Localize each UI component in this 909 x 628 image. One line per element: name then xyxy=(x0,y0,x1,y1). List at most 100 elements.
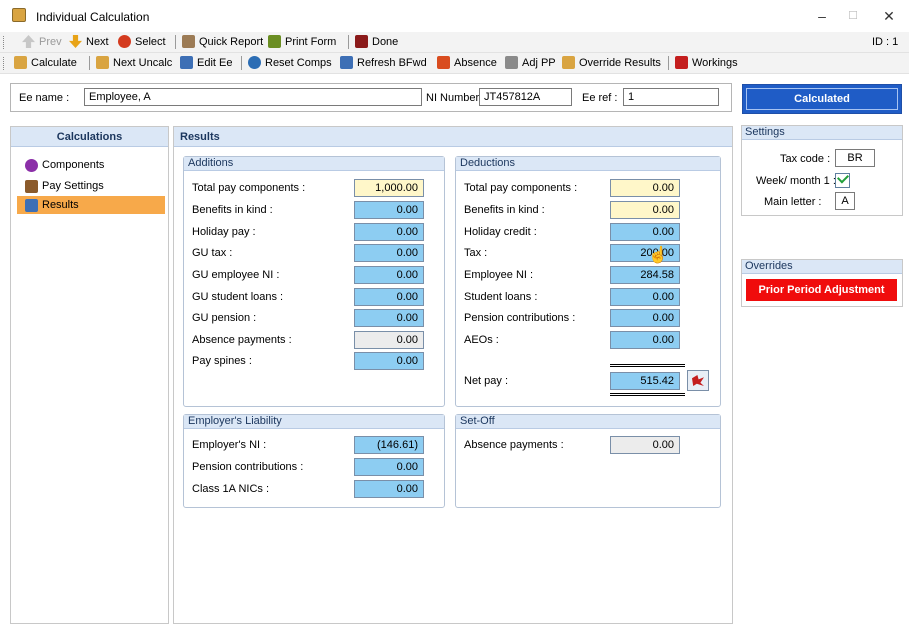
reset-comps-button[interactable]: Reset Comps xyxy=(248,56,332,69)
toolbar-separator xyxy=(348,35,349,49)
employee-header: Ee name : Employee, A NI Number : JT4578… xyxy=(10,83,732,112)
calculator-icon xyxy=(14,56,27,69)
print-form-button[interactable]: Print Form xyxy=(268,35,336,48)
edit-ee-button[interactable]: Edit Ee xyxy=(180,56,232,69)
action-toolbar: Calculate Next Uncalc Edit Ee Reset Comp… xyxy=(0,53,909,74)
workings-icon xyxy=(692,375,704,386)
table-row: Pay spines :0.00 xyxy=(184,352,444,370)
overrides-title: Overrides xyxy=(742,260,902,274)
value-field[interactable]: 0.00 xyxy=(610,309,680,327)
employers-liability-title: Employer's Liability xyxy=(184,415,444,429)
results-icon xyxy=(25,198,38,212)
value-field[interactable]: 0.00 xyxy=(610,436,680,454)
week1-checkbox[interactable] xyxy=(835,171,850,188)
calculated-status-button[interactable]: Calculated xyxy=(742,84,902,114)
ee-name-field[interactable]: Employee, A xyxy=(84,88,422,106)
additions-title: Additions xyxy=(184,157,444,171)
ee-ref-field[interactable]: 1 xyxy=(623,88,719,106)
main-letter-field[interactable]: A xyxy=(835,192,855,210)
absence-button[interactable]: Absence xyxy=(437,56,497,69)
table-row: Absence payments :0.00 xyxy=(456,436,720,454)
value-field[interactable]: 0.00 xyxy=(354,352,424,370)
value-field[interactable]: 1,000.00 xyxy=(354,179,424,197)
toolbar-separator xyxy=(89,56,90,70)
calculator-icon xyxy=(12,8,26,22)
net-pay-field[interactable]: 515.42 xyxy=(610,372,680,390)
net-pay-row: Net pay :515.42 xyxy=(456,370,720,390)
print-icon xyxy=(268,35,281,48)
value-field[interactable]: 0.00 xyxy=(354,309,424,327)
value-field[interactable]: 0.00 xyxy=(354,223,424,241)
close-button[interactable]: ✕ xyxy=(874,6,904,26)
pay-settings-icon xyxy=(25,179,38,193)
table-row: Student loans :0.00 xyxy=(456,288,720,306)
adj-pp-button[interactable]: Adj PP xyxy=(505,56,556,69)
value-field[interactable]: 0.00 xyxy=(610,179,680,197)
nav-item-components[interactable]: Components xyxy=(17,156,165,174)
value-field[interactable]: 0.00 xyxy=(354,480,424,498)
value-field[interactable]: 0.00 xyxy=(354,244,424,262)
results-panel: Results Additions Total pay components :… xyxy=(173,126,733,624)
nav-item-results[interactable]: Results xyxy=(17,196,165,214)
next-uncalc-button[interactable]: Next Uncalc xyxy=(96,56,172,69)
workings-button[interactable]: Workings xyxy=(675,56,738,69)
workings-button[interactable] xyxy=(687,370,709,391)
prior-period-adjustment-button[interactable]: Prior Period Adjustment xyxy=(746,279,897,301)
table-row: Pension contributions :0.00 xyxy=(184,458,444,476)
prev-button[interactable]: Prev xyxy=(22,35,62,48)
overrides-panel: Overrides Prior Period Adjustment xyxy=(741,259,903,307)
window-title: Individual Calculation xyxy=(36,10,150,24)
ee-name-label: Ee name : xyxy=(19,92,70,104)
value-field[interactable]: 0.00 xyxy=(354,201,424,219)
net-pay-rule xyxy=(610,364,685,367)
value-field[interactable]: 284.58 xyxy=(610,266,680,284)
minimize-button[interactable]: – xyxy=(807,6,837,26)
hand-cursor-icon: ☝ xyxy=(648,247,668,264)
components-icon xyxy=(25,158,38,172)
toolbar-grip[interactable] xyxy=(3,36,6,49)
value-field[interactable]: 0.00 xyxy=(610,331,680,349)
table-row: Total pay components :0.00 xyxy=(456,179,720,197)
calculate-button[interactable]: Calculate xyxy=(14,56,77,69)
override-results-button[interactable]: Override Results xyxy=(562,56,661,69)
reset-icon xyxy=(248,56,261,69)
value-field[interactable]: 0.00 xyxy=(354,288,424,306)
deductions-title: Deductions xyxy=(456,157,720,171)
value-field[interactable]: 0.00 xyxy=(354,266,424,284)
edit-employee-icon xyxy=(180,56,193,69)
tax-code-field[interactable]: BR xyxy=(835,149,875,167)
value-field[interactable]: 200.00 xyxy=(610,244,680,262)
value-field[interactable]: 0.00 xyxy=(610,223,680,241)
value-field[interactable]: 0.00 xyxy=(610,201,680,219)
set-off-title: Set-Off xyxy=(456,415,720,429)
nav-item-pay-settings[interactable]: Pay Settings xyxy=(17,177,165,195)
settings-panel: Settings Tax code : BR Week/ month 1 : M… xyxy=(741,125,903,216)
quick-report-button[interactable]: Quick Report xyxy=(182,35,263,48)
value-field[interactable]: 0.00 xyxy=(354,331,424,349)
select-button[interactable]: Select xyxy=(118,35,166,48)
toolbar-grip[interactable] xyxy=(3,57,6,70)
table-row: Tax :200.00 xyxy=(456,244,720,262)
refresh-bfwd-button[interactable]: Refresh BFwd xyxy=(340,56,427,69)
ee-ref-label: Ee ref : xyxy=(582,92,618,104)
table-row: Employer's NI : (146.61) xyxy=(184,436,444,454)
calculations-nav: Calculations Components Pay Settings Res… xyxy=(10,126,169,624)
navigation-toolbar: Prev Next Select Quick Report Print Form… xyxy=(0,32,909,53)
table-row: Employee NI :284.58 xyxy=(456,266,720,284)
workings-icon xyxy=(675,56,688,69)
deductions-group: Deductions Total pay components :0.00 Be… xyxy=(455,156,721,407)
value-field[interactable]: 0.00 xyxy=(354,458,424,476)
ni-number-field[interactable]: JT457812A xyxy=(479,88,572,106)
calculator-icon xyxy=(96,56,109,69)
table-row: GU pension :0.00 xyxy=(184,309,444,327)
table-row: GU tax :0.00 xyxy=(184,244,444,262)
table-row: Holiday pay :0.00 xyxy=(184,223,444,241)
table-row: Absence payments :0.00 xyxy=(184,331,444,349)
value-field[interactable]: 0.00 xyxy=(610,288,680,306)
next-button[interactable]: Next xyxy=(69,35,109,48)
value-field[interactable]: (146.61) xyxy=(354,436,424,454)
done-button[interactable]: Done xyxy=(355,35,398,48)
maximize-button[interactable]: ☐ xyxy=(838,6,868,26)
results-title: Results xyxy=(174,127,732,147)
toolbar-separator xyxy=(241,56,242,70)
